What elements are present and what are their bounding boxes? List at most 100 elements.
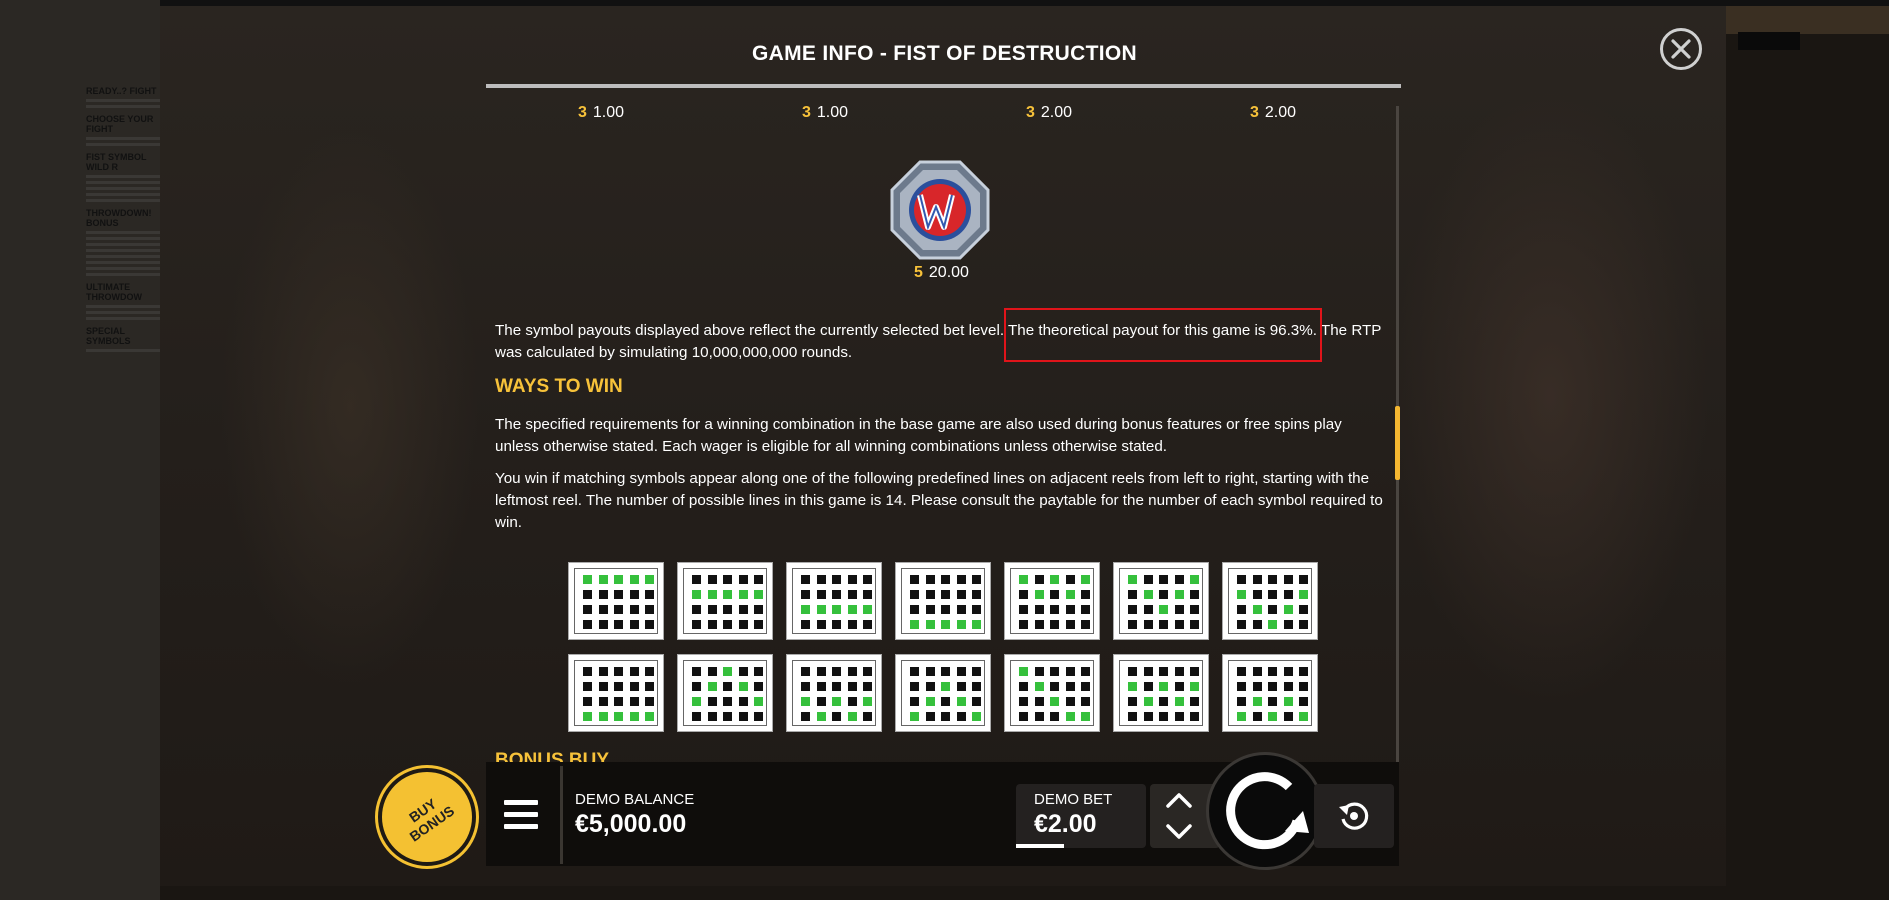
payline-cell bbox=[1065, 620, 1075, 629]
spin-button[interactable] bbox=[1206, 752, 1324, 870]
demo-bet-label: DEMO BET bbox=[1034, 791, 1113, 808]
payline-cell bbox=[738, 575, 748, 584]
payline-cell bbox=[1034, 667, 1044, 676]
payline-cell-hit bbox=[863, 697, 872, 706]
payline-cell bbox=[956, 667, 966, 676]
payline-cell-hit bbox=[1283, 605, 1293, 614]
payline-cell bbox=[707, 712, 717, 721]
payline-cell bbox=[598, 605, 608, 614]
rtp-highlight-box bbox=[1004, 308, 1322, 362]
payline-cell bbox=[1050, 682, 1059, 691]
payline-cell bbox=[1159, 590, 1168, 599]
payline-cell bbox=[941, 712, 950, 721]
payline-cell-hit bbox=[629, 712, 639, 721]
payline-cell bbox=[1237, 620, 1246, 629]
payline-cell bbox=[1128, 620, 1137, 629]
scrollbar-thumb[interactable] bbox=[1395, 406, 1400, 480]
payline-cell-hit bbox=[707, 682, 717, 691]
payline-cell bbox=[598, 667, 608, 676]
payline-cell bbox=[863, 712, 872, 721]
payline-cell bbox=[1252, 590, 1262, 599]
payline-cell-hit bbox=[1299, 590, 1308, 599]
doc-heading: THROWDOWN! BONUS bbox=[86, 208, 152, 228]
payline-cell bbox=[1143, 620, 1153, 629]
payline-cell bbox=[910, 682, 919, 691]
payline-cell bbox=[956, 682, 966, 691]
payline-cell bbox=[1065, 697, 1075, 706]
payline-cell bbox=[645, 605, 654, 614]
payline-diagram bbox=[677, 562, 773, 640]
payline-cell-hit bbox=[1268, 712, 1277, 721]
payline-cell-hit bbox=[1034, 590, 1044, 599]
chevron-up-icon[interactable] bbox=[1164, 790, 1194, 810]
payline-cell bbox=[972, 682, 981, 691]
payline-cell bbox=[598, 620, 608, 629]
payline-cell bbox=[801, 590, 810, 599]
payline-cell-hit bbox=[801, 605, 810, 614]
payline-cell bbox=[910, 697, 919, 706]
payline-cell bbox=[832, 590, 841, 599]
buy-bonus-button[interactable]: BUY BONUS bbox=[378, 768, 476, 866]
payline-cell bbox=[832, 575, 841, 584]
ways-to-win-heading: WAYS TO WIN bbox=[495, 376, 623, 397]
payline-cell bbox=[910, 575, 919, 584]
menu-button[interactable] bbox=[504, 800, 538, 830]
payline-cell bbox=[956, 712, 966, 721]
payline-cell bbox=[692, 667, 701, 676]
payline-cell bbox=[629, 697, 639, 706]
payline-cell-hit bbox=[1237, 712, 1246, 721]
payline-cell-hit bbox=[1190, 575, 1199, 584]
payline-cell bbox=[1268, 590, 1277, 599]
spin-icon bbox=[1226, 772, 1309, 850]
payline-diagram bbox=[1222, 654, 1318, 732]
payline-cell bbox=[1019, 697, 1028, 706]
payline-cell-hit bbox=[723, 590, 732, 599]
close-button[interactable] bbox=[1660, 28, 1702, 70]
payline-cell bbox=[1065, 605, 1075, 614]
payline-cell-hit bbox=[738, 682, 748, 691]
payline-cell bbox=[583, 605, 592, 614]
chevron-down-icon[interactable] bbox=[1164, 822, 1194, 842]
payline-cell bbox=[1252, 712, 1262, 721]
autoplay-button[interactable] bbox=[1314, 784, 1394, 848]
payline-cell bbox=[847, 682, 857, 691]
payline-cell bbox=[847, 697, 857, 706]
payline-cell bbox=[1128, 697, 1137, 706]
menu-icon-bar bbox=[504, 800, 538, 805]
payline-cell bbox=[645, 667, 654, 676]
doc-heading: ULTIMATE THROWDOW bbox=[86, 282, 142, 302]
ways-paragraph-2: You win if matching symbols appear along… bbox=[495, 470, 1383, 531]
payline-cell-hit bbox=[832, 697, 841, 706]
payline-cell-hit bbox=[1128, 575, 1137, 584]
payline-cell bbox=[738, 605, 748, 614]
payline-cell bbox=[801, 667, 810, 676]
payline-cell bbox=[1050, 620, 1059, 629]
payline-diagram bbox=[786, 654, 882, 732]
payline-cell bbox=[723, 697, 732, 706]
payline-cell bbox=[1159, 667, 1168, 676]
payline-cell bbox=[863, 682, 872, 691]
payline-cell bbox=[583, 590, 592, 599]
payline-cell bbox=[1019, 712, 1028, 721]
payline-diagram bbox=[786, 562, 882, 640]
payline-cell bbox=[1237, 667, 1246, 676]
payline-cell bbox=[1128, 667, 1137, 676]
payline-cell-hit bbox=[1128, 682, 1137, 691]
payline-cell bbox=[754, 575, 763, 584]
payline-cell bbox=[707, 620, 717, 629]
doc-heading: SPECIAL SYMBOLS bbox=[86, 326, 131, 346]
payline-cell bbox=[1081, 605, 1090, 614]
page-title: GAME INFO - FIST OF DESTRUCTION bbox=[752, 42, 1137, 65]
payline-cell-hit bbox=[692, 590, 701, 599]
payline-cell bbox=[1174, 712, 1184, 721]
payline-cell bbox=[941, 667, 950, 676]
payline-cell bbox=[1128, 590, 1137, 599]
demo-balance-label: DEMO BALANCE bbox=[575, 791, 695, 808]
payline-cell-hit bbox=[645, 575, 654, 584]
payline-cell bbox=[1034, 712, 1044, 721]
payline-cell-hit bbox=[1081, 712, 1090, 721]
payline-cell bbox=[645, 697, 654, 706]
menu-icon-bar bbox=[504, 824, 538, 829]
payline-cell bbox=[723, 712, 732, 721]
payline-cell-hit bbox=[941, 682, 950, 691]
